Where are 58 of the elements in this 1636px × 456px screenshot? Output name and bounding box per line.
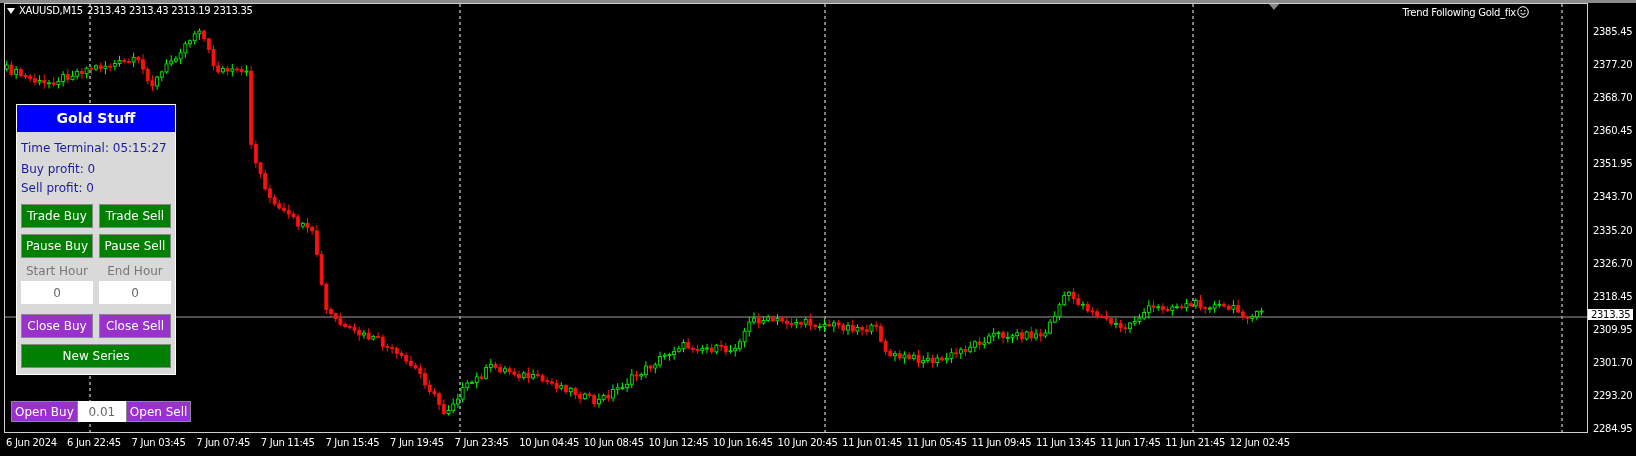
- time-tick: 11 Jun 17:45: [1100, 437, 1161, 448]
- price-tick: 2368.70: [1593, 92, 1633, 104]
- price-tick: 2335.20: [1593, 224, 1633, 236]
- time-tick: 7 Jun 11:45: [260, 437, 315, 448]
- price-tick: 2293.20: [1593, 389, 1633, 401]
- price-tick: 2318.45: [1593, 290, 1633, 302]
- price-tick: 2309.95: [1593, 323, 1633, 335]
- time-tick: 7 Jun 19:45: [390, 437, 444, 448]
- action-button[interactable]: Trade Buy: [21, 204, 93, 228]
- price-tick: 2377.20: [1593, 59, 1633, 71]
- time-tick: 12 Jun 02:45: [1229, 437, 1290, 448]
- panel-title: Gold Stuff: [17, 105, 175, 132]
- price-tick: 2385.45: [1593, 26, 1633, 37]
- current-price-tag: 2313.35: [1588, 309, 1634, 320]
- dropdown-icon[interactable]: [7, 7, 15, 14]
- field-label: Start Hour: [24, 264, 89, 278]
- price-tick: 2301.70: [1593, 356, 1633, 368]
- time-tick: 11 Jun 01:45: [842, 437, 903, 448]
- symbol-label: XAUUSD,M15: [19, 5, 83, 16]
- time-tick: 6 Jun 22:45: [67, 437, 121, 448]
- price-tick: 2360.45: [1593, 125, 1633, 137]
- time-tick: 10 Jun 04:45: [519, 437, 580, 448]
- shift-marker-icon[interactable]: [1269, 4, 1279, 10]
- time-tick: 7 Jun 03:45: [131, 437, 186, 448]
- close-button[interactable]: Close Buy: [21, 314, 93, 338]
- smiley-icon: [1517, 6, 1529, 18]
- time-tick: 10 Jun 20:45: [777, 437, 838, 448]
- hour-field[interactable]: 0: [21, 281, 93, 304]
- time-terminal: Time Terminal: 05:15:27: [21, 140, 168, 157]
- buy-profit: Buy profit: 0: [21, 161, 97, 178]
- time-tick: 11 Jun 21:45: [1165, 437, 1226, 448]
- price-tick: 2284.95: [1593, 423, 1633, 434]
- ohlc-values: 2313.43 2313.43 2313.19 2313.35: [86, 5, 253, 16]
- close-button[interactable]: Close Sell: [99, 314, 171, 338]
- time-tick: 7 Jun 15:45: [325, 437, 380, 448]
- price-tick: 2343.70: [1593, 191, 1633, 203]
- open-sell-button[interactable]: Open Sell: [125, 401, 192, 422]
- time-tick: 11 Jun 05:45: [906, 437, 967, 448]
- expert-name: Trend Following Gold_fix: [1402, 6, 1516, 18]
- time-tick: 11 Jun 13:45: [1036, 437, 1096, 448]
- action-button[interactable]: Trade Sell: [99, 204, 171, 228]
- price-tick: 2351.95: [1593, 158, 1633, 170]
- new-series-button[interactable]: New Series: [21, 344, 171, 368]
- sell-profit: Sell profit: 0: [21, 180, 95, 197]
- time-tick: 11 Jun 09:45: [971, 437, 1032, 448]
- time-tick: 7 Jun 07:45: [196, 437, 251, 448]
- open-buy-button[interactable]: Open Buy: [11, 401, 78, 422]
- time-tick: 6 Jun 2024: [6, 437, 57, 448]
- action-button[interactable]: Pause Buy: [21, 234, 93, 258]
- lot-field[interactable]: 0.01: [77, 401, 126, 422]
- hour-field[interactable]: 0: [99, 281, 171, 304]
- time-tick: 10 Jun 12:45: [648, 437, 709, 448]
- price-tick: 2326.70: [1593, 257, 1633, 269]
- time-tick: 10 Jun 16:45: [713, 437, 773, 448]
- time-tick: 7 Jun 23:45: [454, 437, 509, 448]
- field-label: End Hour: [106, 264, 164, 278]
- action-button[interactable]: Pause Sell: [99, 234, 171, 258]
- time-tick: 10 Jun 08:45: [583, 437, 644, 448]
